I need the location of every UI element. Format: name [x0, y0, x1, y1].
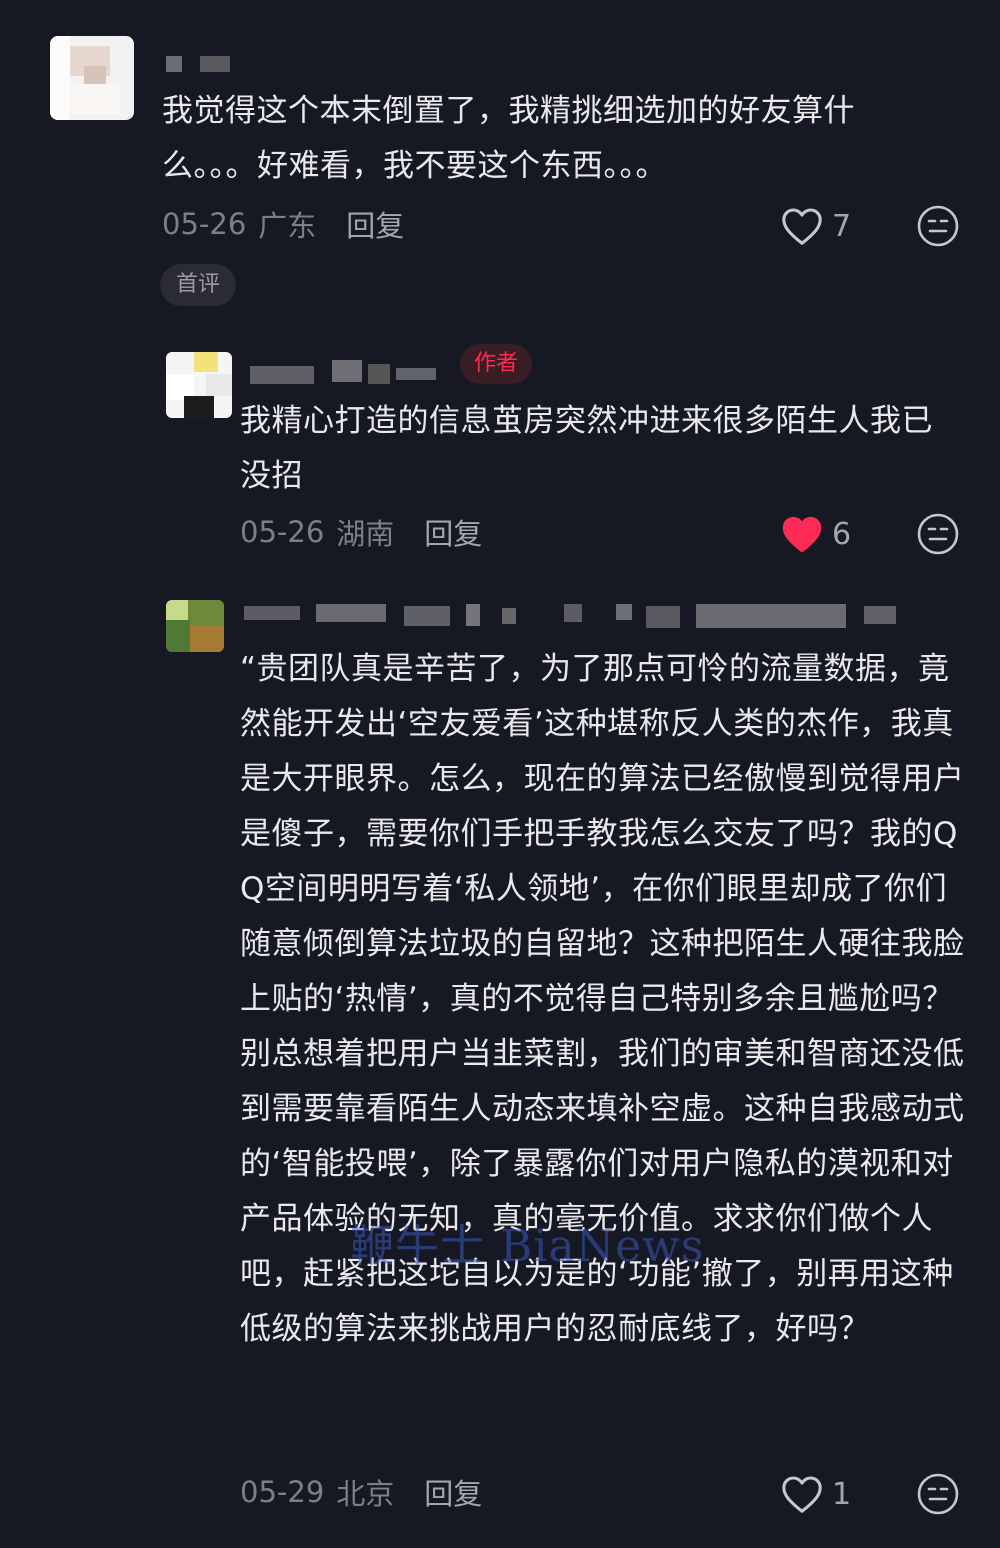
- avatar[interactable]: [166, 352, 232, 418]
- comment-date: 05-26: [162, 207, 247, 241]
- comment-meta: 05-26 湖南 回复: [240, 512, 482, 552]
- username-blurred[interactable]: [244, 602, 904, 628]
- comment-text: 我精心打造的信息茧房突然冲进来很多陌生人我已没招: [240, 403, 933, 494]
- like-button[interactable]: 7: [780, 204, 851, 248]
- author-badge: 作者: [460, 344, 533, 384]
- like-count: 7: [832, 208, 852, 244]
- like-button[interactable]: 1: [780, 1472, 851, 1516]
- comment-1: 我觉得这个本末倒置了，我精挑细选加的好友算什么。。。好难看，我不要这个东西。。。…: [0, 0, 1000, 320]
- heart-filled-icon: [782, 516, 822, 553]
- comment-region: 湖南: [336, 517, 395, 551]
- heart-outline-icon: [782, 1476, 822, 1513]
- reply-button[interactable]: 回复: [346, 203, 404, 245]
- comment-region: 北京: [336, 1477, 395, 1511]
- like-count: 1: [832, 1476, 852, 1512]
- avatar[interactable]: [166, 600, 224, 652]
- emoji-icon[interactable]: [916, 512, 960, 556]
- comment-3: “贵团队真是辛苦了，为了那点可怜的流量数据，竟然能开发出‘空友爱看’这种堪称反人…: [0, 580, 1000, 1548]
- comment-2-author-reply: 作者 我精心打造的信息茧房突然冲进来很多陌生人我已没招 05-26 湖南 回复 …: [0, 320, 1000, 580]
- like-button[interactable]: 6: [780, 512, 851, 556]
- comment-meta: 05-29 北京 回复: [240, 1472, 482, 1512]
- emoji-icon[interactable]: [916, 204, 960, 248]
- avatar[interactable]: [50, 36, 134, 120]
- comment-text: “贵团队真是辛苦了，为了那点可怜的流量数据，竟然能开发出‘空友爱看’这种堪称反人…: [240, 651, 965, 1347]
- comment-region: 广东: [258, 209, 317, 243]
- heart-outline-icon: [782, 208, 822, 245]
- like-count: 6: [832, 516, 852, 552]
- comment-text: 我觉得这个本末倒置了，我精挑细选加的好友算什么。。。好难看，我不要这个东西。。。: [162, 93, 855, 184]
- first-comment-tag: 首评: [160, 264, 237, 306]
- reply-button[interactable]: 回复: [424, 511, 482, 553]
- emoji-icon[interactable]: [916, 1472, 960, 1516]
- comment-date: 05-26: [240, 515, 325, 549]
- comment-meta: 05-26 广东 回复: [162, 204, 404, 244]
- reply-button[interactable]: 回复: [424, 1471, 482, 1513]
- username-blurred[interactable]: [166, 52, 236, 76]
- comment-date: 05-29: [240, 1475, 325, 1509]
- username-blurred[interactable]: [250, 360, 450, 384]
